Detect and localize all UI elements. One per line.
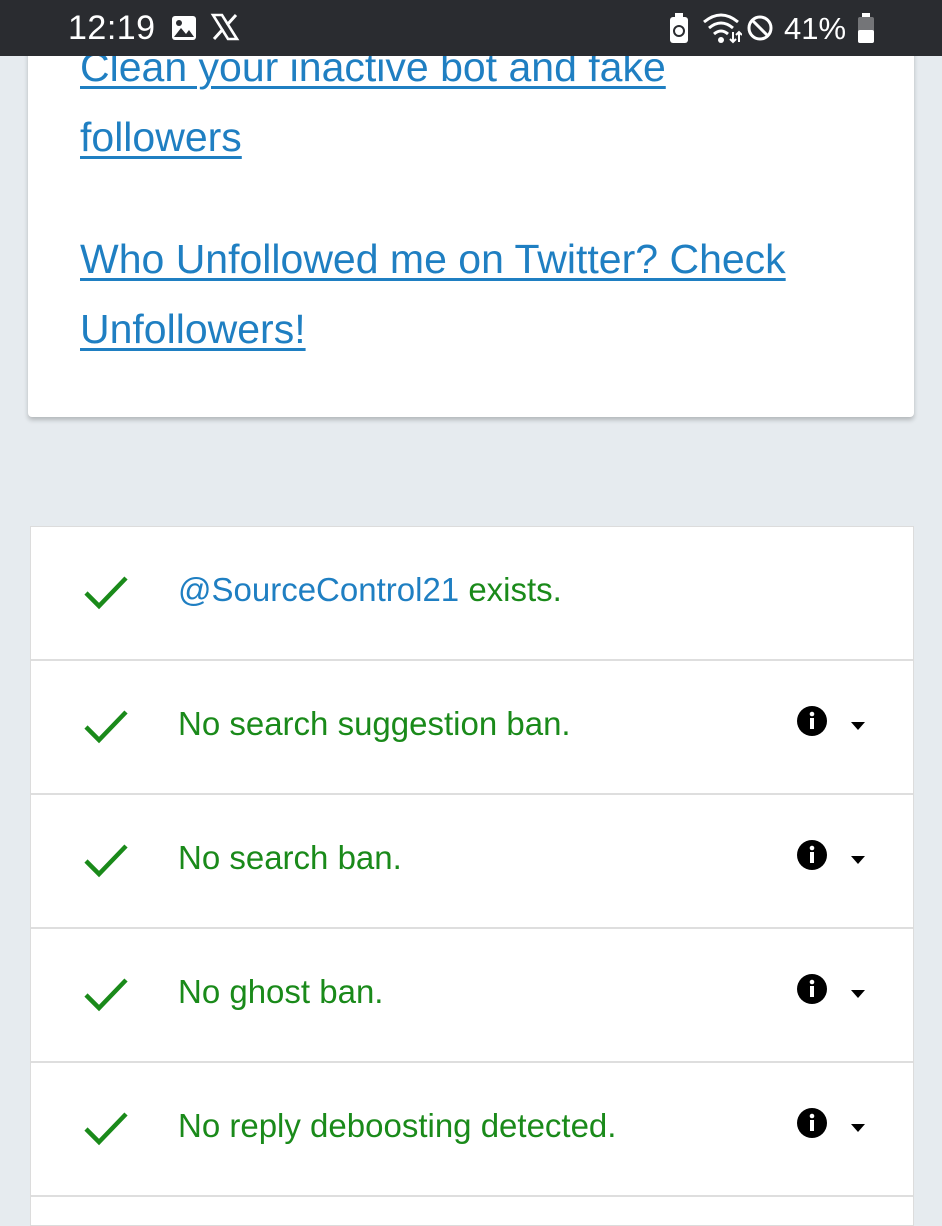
result-text: No reply deboosting detected. [178, 1107, 617, 1144]
account-handle[interactable]: @SourceControl21 [178, 571, 459, 608]
status-time: 12:19 [68, 9, 156, 47]
result-text: @SourceControl21 exists. [178, 571, 562, 609]
expand-caret-icon[interactable] [849, 718, 867, 736]
expand-caret-icon[interactable] [849, 986, 867, 1004]
wifi-icon [702, 12, 743, 49]
expand-caret-icon[interactable] [849, 852, 867, 870]
info-icon[interactable] [796, 973, 828, 1010]
check-unfollowers-link[interactable]: Who Unfollowed me on Twitter? Check Unfo… [80, 224, 800, 364]
battery-percent: 41% [784, 11, 847, 46]
promo-links-card: Clean your inactive bot and fake followe… [28, 0, 914, 417]
image-icon [170, 14, 198, 47]
check-icon [83, 708, 129, 749]
result-text: No search ban. [178, 839, 402, 876]
check-icon [83, 1110, 129, 1151]
do-not-disturb-icon [746, 14, 774, 47]
info-icon[interactable] [796, 705, 828, 742]
expand-caret-icon[interactable] [849, 1120, 867, 1138]
shadowban-results-list: @SourceControl21 exists. No search sugge… [30, 526, 914, 1226]
result-text: No search suggestion ban. [178, 705, 571, 742]
battery-icon [856, 12, 876, 49]
info-icon[interactable] [796, 839, 828, 876]
status-bar: 12:19 41% [0, 0, 942, 56]
check-icon [83, 574, 129, 615]
result-row-ghost-ban[interactable]: No ghost ban. [31, 929, 913, 1063]
result-row-exists: @SourceControl21 exists. [31, 527, 913, 661]
result-text: No ghost ban. [178, 973, 384, 1010]
info-icon[interactable] [796, 1107, 828, 1144]
check-icon [83, 842, 129, 883]
check-icon [83, 976, 129, 1017]
result-row-reply-deboosting[interactable]: No reply deboosting detected. [31, 1063, 913, 1197]
battery-saver-icon [668, 12, 690, 49]
result-row-search-suggestion[interactable]: No search suggestion ban. [31, 661, 913, 795]
result-status-text: exists. [459, 571, 562, 608]
result-row-search-ban[interactable]: No search ban. [31, 795, 913, 929]
x-logo-icon [210, 12, 240, 47]
